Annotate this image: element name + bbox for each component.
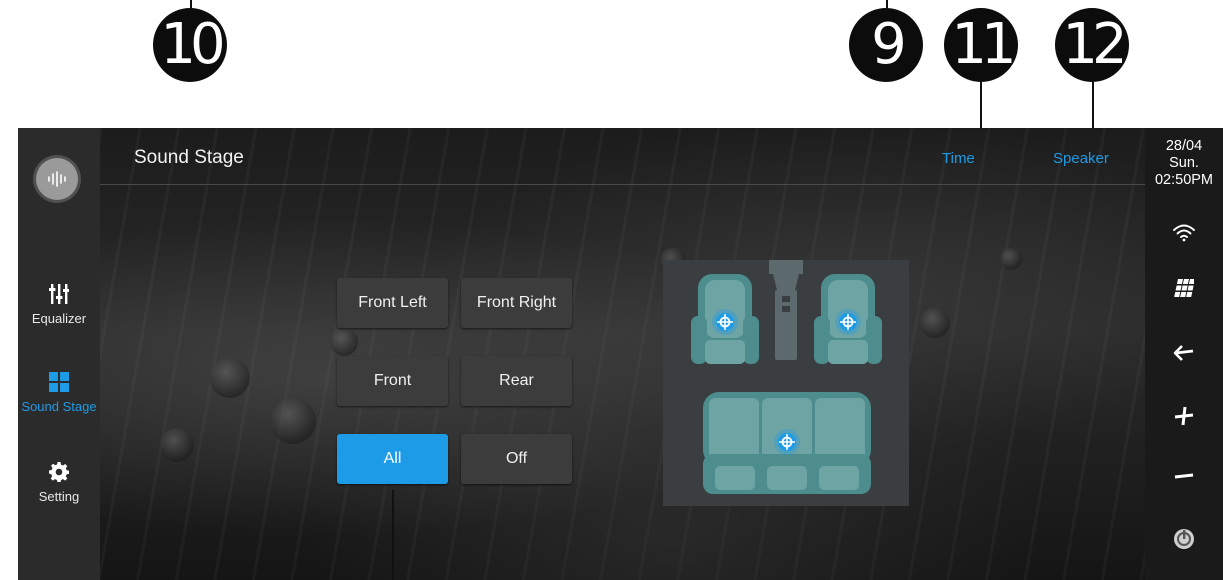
sidebar-item-sound-stage[interactable]: Sound Stage [18,366,100,414]
apps-icon[interactable] [1145,279,1223,297]
rear-seat-target[interactable] [774,429,800,455]
equalizer-sliders-icon [49,284,69,304]
app-logo-button[interactable] [36,158,78,200]
time-text: 02:50PM [1154,172,1214,188]
speaker-tab[interactable]: Speaker [1053,150,1109,167]
page-title: Sound Stage [134,147,244,168]
seat-map-panel [663,260,909,506]
callout-12: 12 [1055,8,1129,82]
back-arrow-icon[interactable] [1145,345,1223,361]
mixer-background [100,128,1145,580]
front-left-seat-target[interactable] [712,309,738,335]
sound-wave-icon [48,171,66,187]
power-icon[interactable] [1145,528,1223,550]
sidebar-item-label: Equalizer [31,311,87,326]
date-time-display: 28/04 Sun. 02:50PM [1145,138,1223,189]
off-button[interactable]: Off [461,434,572,484]
rear-button[interactable]: Rear [461,356,572,406]
date-text: 28/04 [1165,138,1203,154]
sidebar-item-equalizer[interactable]: Equalizer [18,278,100,326]
callout-leader-bottom [392,490,394,580]
callout-9-leader [886,0,888,8]
sidebar-item-label: Sound Stage [21,399,97,414]
front-left-button[interactable]: Front Left [337,278,448,328]
callout-10-leader [190,0,192,8]
all-button[interactable]: All [337,434,448,484]
volume-down-icon[interactable] [1145,472,1223,480]
front-right-seat-target[interactable] [835,309,861,335]
time-tab[interactable]: Time [942,150,975,167]
left-nav-rail: Equalizer Sound Stage Setting [18,128,100,580]
header-divider [100,184,1145,185]
day-text: Sun. [1169,155,1199,171]
car-seats-diagram [691,260,882,494]
callout-9: 9 [849,8,923,82]
front-button[interactable]: Front [337,356,448,406]
sidebar-item-label: Setting [38,489,80,504]
sound-stage-screen: Equalizer Sound Stage Setting Sound Stag… [18,128,1223,580]
grid-icon [49,372,69,392]
volume-up-icon[interactable] [1145,406,1223,426]
callout-11: 11 [944,8,1018,82]
wifi-icon[interactable] [1145,224,1223,242]
gear-icon [49,462,69,482]
callout-10: 10 [153,8,227,82]
sidebar-item-setting[interactable]: Setting [18,456,100,504]
front-right-button[interactable]: Front Right [461,278,572,328]
